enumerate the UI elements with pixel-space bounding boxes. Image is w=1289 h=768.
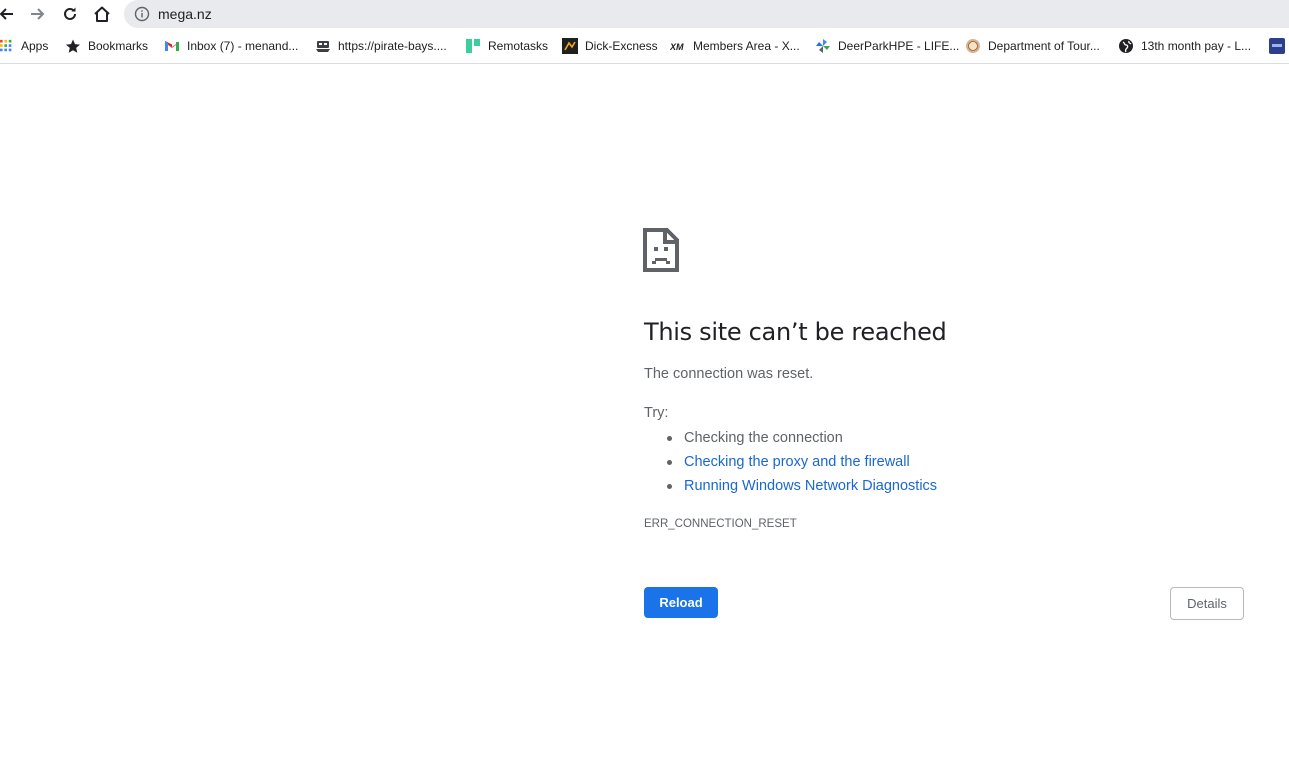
bookmark-exness[interactable]: Dick-Excness xyxy=(562,37,658,55)
star-icon xyxy=(66,39,80,53)
address-bar[interactable]: mega.nz xyxy=(124,0,1289,28)
site-favicon-icon xyxy=(1269,38,1285,54)
bookmark-label: Department of Tour... xyxy=(988,39,1100,53)
bookmark-bookmarks[interactable]: Bookmarks xyxy=(65,37,148,55)
xm-icon: XM xyxy=(670,42,684,52)
info-icon[interactable] xyxy=(134,6,150,22)
bookmark-apps[interactable]: Apps xyxy=(0,37,48,55)
bookmark-label: Remotasks xyxy=(488,39,549,53)
suggestion-check-proxy-link[interactable]: Checking the proxy and the firewall xyxy=(684,454,910,470)
try-label: Try: xyxy=(644,405,669,421)
error-description: The connection was reset. xyxy=(644,366,814,382)
seal-icon xyxy=(966,39,980,53)
suggestions-list: Checking the connection Checking the pro… xyxy=(644,428,937,500)
bookmark-label: Inbox (7) - menand... xyxy=(187,39,299,53)
bookmark-overflow-item[interactable] xyxy=(1269,37,1289,55)
bookmark-label: Dick-Excness xyxy=(585,39,658,53)
bookmark-xm-members[interactable]: XM Members Area - X... xyxy=(670,37,800,55)
pirate-ship-icon xyxy=(316,41,330,52)
pinwheel-icon xyxy=(816,39,830,53)
gmail-icon xyxy=(165,41,179,51)
bookmark-inbox[interactable]: Inbox (7) - menand... xyxy=(164,37,298,55)
bookmark-label: Members Area - X... xyxy=(693,39,800,53)
url-text[interactable]: mega.nz xyxy=(158,6,212,22)
back-button[interactable] xyxy=(0,3,18,25)
error-code: ERR_CONNECTION_RESET xyxy=(644,518,797,530)
apps-grid-icon xyxy=(0,39,12,52)
sad-page-icon xyxy=(643,228,679,272)
bookmark-label: Bookmarks xyxy=(88,39,149,53)
bookmarks-bar: Apps Bookmarks Inbox (7) - menand... htt… xyxy=(0,30,1289,64)
bookmark-department-tourism[interactable]: Department of Tour... xyxy=(965,37,1100,55)
back-arrow-icon xyxy=(0,8,13,20)
bookmark-deerpark[interactable]: DeerParkHPE - LIFE... xyxy=(815,37,959,55)
bookmark-label: https://pirate-bays.... xyxy=(338,39,447,53)
bookmark-label: DeerParkHPE - LIFE... xyxy=(838,39,960,53)
suggestion-item: Checking the connection xyxy=(644,428,937,452)
home-button[interactable] xyxy=(90,3,114,25)
browser-toolbar: mega.nz xyxy=(0,0,1289,29)
suggestion-network-diagnostics-link[interactable]: Running Windows Network Diagnostics xyxy=(684,478,937,494)
reload-button[interactable]: Reload xyxy=(644,587,718,618)
suggestion-item: Checking the proxy and the firewall xyxy=(644,452,937,476)
details-button[interactable]: Details xyxy=(1170,587,1244,620)
suggestion-item: Running Windows Network Diagnostics xyxy=(644,476,937,500)
bookmark-label: Apps xyxy=(21,39,49,53)
forward-button[interactable] xyxy=(26,3,50,25)
home-icon xyxy=(94,6,110,22)
reload-icon xyxy=(64,7,76,20)
error-title: This site can’t be reached xyxy=(644,318,947,346)
forward-arrow-icon xyxy=(31,8,45,20)
reload-page-button[interactable] xyxy=(58,3,82,25)
svg-text:XM: XM xyxy=(670,42,684,52)
bookmark-pirate-bays[interactable]: https://pirate-bays.... xyxy=(315,37,447,55)
bookmark-13th-month-pay[interactable]: 13th month pay - L... xyxy=(1118,37,1251,55)
globe-icon xyxy=(1119,39,1133,53)
bookmark-remotasks[interactable]: Remotasks xyxy=(465,37,548,55)
remotasks-icon xyxy=(466,39,480,53)
bookmark-label: 13th month pay - L... xyxy=(1141,39,1252,53)
suggestion-check-connection: Checking the connection xyxy=(684,430,843,446)
exness-icon xyxy=(562,38,578,54)
